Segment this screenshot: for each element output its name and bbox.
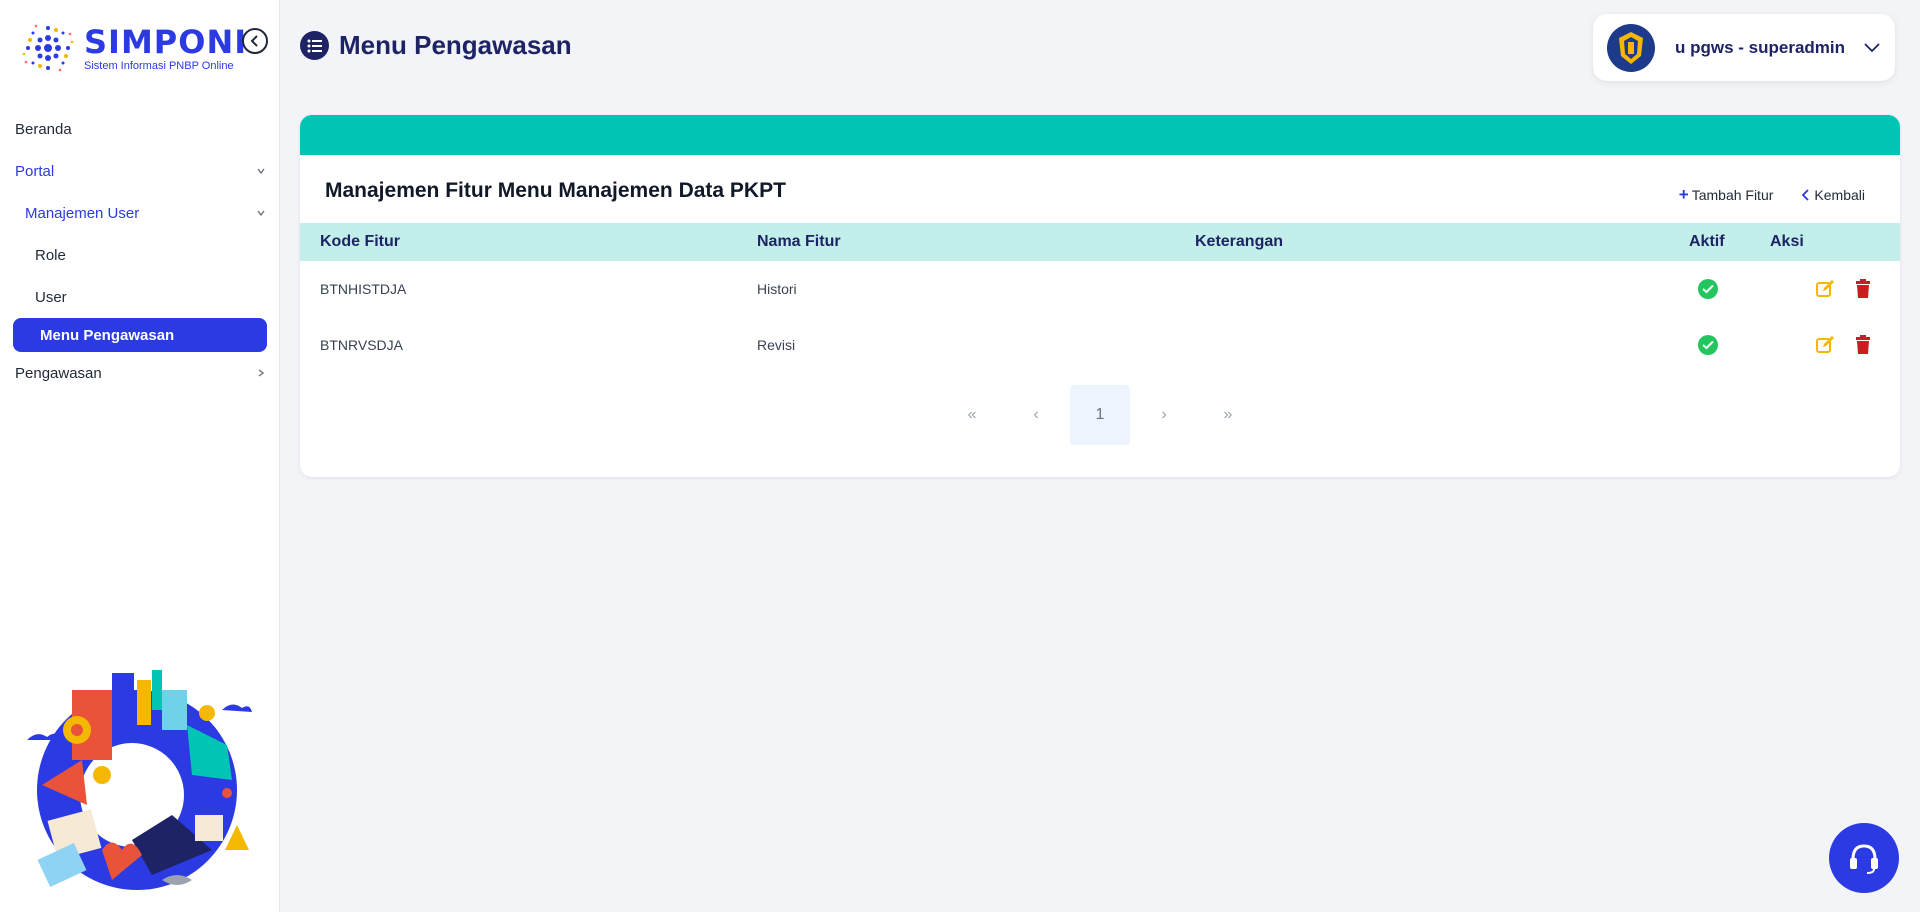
help-chat-button[interactable]: [1829, 823, 1899, 893]
feature-card: Manajemen Fitur Menu Manajemen Data PKPT…: [300, 115, 1900, 477]
logo-icon: [22, 24, 74, 72]
check-circle-icon: [1698, 279, 1718, 299]
sidebar-item-portal[interactable]: Portal: [0, 150, 280, 192]
cell-nama: Revisi: [757, 337, 796, 353]
column-header-nama: Nama Fitur: [757, 233, 841, 250]
headset-icon: [1850, 844, 1878, 874]
sidebar-item-user[interactable]: User: [0, 276, 280, 318]
collapse-sidebar-button[interactable]: [242, 28, 268, 54]
logo-subtitle: Sistem Informasi PNBP Online: [84, 59, 234, 72]
user-menu[interactable]: u pgws - superadmin: [1593, 14, 1895, 81]
trash-icon[interactable]: [1854, 279, 1872, 299]
page-title: Menu Pengawasan: [339, 30, 572, 60]
sidebar-item-role[interactable]: Role: [0, 234, 280, 276]
column-header-kode: Kode Fitur: [320, 233, 400, 250]
edit-icon[interactable]: [1815, 335, 1835, 355]
chevron-left-icon: [1802, 189, 1810, 201]
add-feature-button[interactable]: + Tambah Fitur: [1678, 185, 1774, 204]
back-button[interactable]: Kembali: [1801, 187, 1865, 203]
list-icon: [300, 31, 329, 60]
column-header-keterangan: Keterangan: [1195, 233, 1284, 250]
card-title: Manajemen Fitur Menu Manajemen Data PKPT: [325, 179, 786, 202]
sidebar-nav: Beranda Portal Manajemen User Role User …: [0, 108, 280, 394]
sidebar-item-manajemen-user[interactable]: Manajemen User: [0, 192, 280, 234]
sidebar-item-label: Pengawasan: [15, 364, 102, 382]
user-name: u pgws - superadmin: [1675, 37, 1846, 57]
sidebar-item-pengawasan[interactable]: Pengawasan: [0, 352, 280, 394]
table-row: BTNRVSDJA Revisi: [300, 317, 1900, 373]
logo-title: SIMPONI: [84, 22, 248, 61]
chevron-down-icon: [1864, 43, 1880, 53]
feature-table: Kode Fitur Nama Fitur Keterangan Aktif A…: [300, 223, 1900, 373]
table-header: Kode Fitur Nama Fitur Keterangan Aktif A…: [300, 223, 1900, 261]
trash-icon[interactable]: [1854, 335, 1872, 355]
last-page-button[interactable]: »: [1198, 385, 1258, 445]
column-header-aktif: Aktif: [1689, 233, 1725, 250]
check-circle-icon: [1698, 335, 1718, 355]
pagination: « ‹ 1 › »: [300, 385, 1900, 445]
cell-kode: BTNHISTDJA: [320, 281, 407, 297]
sidebar-illustration: [27, 670, 252, 890]
chevron-down-icon: [257, 210, 265, 217]
sidebar-item-label: Manajemen User: [25, 204, 140, 222]
card-header-band: [300, 115, 1900, 155]
table-row: BTNHISTDJA Histori: [300, 261, 1900, 317]
sidebar-item-label: Portal: [15, 162, 55, 180]
prev-page-button[interactable]: ‹: [1006, 385, 1066, 445]
collapse-left-icon: [250, 35, 258, 47]
sidebar-item-menu-pengawasan[interactable]: Menu Pengawasan: [13, 318, 267, 352]
card-actions: + Tambah Fitur Kembali: [1651, 185, 1865, 204]
sidebar-item-label: Beranda: [15, 120, 72, 138]
page-header: Menu Pengawasan: [300, 30, 572, 61]
edit-icon[interactable]: [1815, 279, 1835, 299]
sidebar-item-label: Role: [35, 246, 66, 264]
simponi-logo[interactable]: SIMPONI Sistem Informasi PNBP Online: [18, 18, 247, 78]
back-label: Kembali: [1814, 187, 1865, 203]
cell-nama: Histori: [757, 281, 797, 297]
first-page-button[interactable]: «: [942, 385, 1002, 445]
sidebar-item-beranda[interactable]: Beranda: [0, 108, 280, 150]
sidebar: SIMPONI Sistem Informasi PNBP Online Ber…: [0, 0, 280, 912]
page-button-current[interactable]: 1: [1070, 385, 1130, 445]
next-page-button[interactable]: ›: [1134, 385, 1194, 445]
plus-icon: +: [1678, 185, 1689, 204]
chevron-right-icon: [258, 369, 265, 377]
sidebar-item-label: User: [35, 288, 67, 306]
cell-kode: BTNRVSDJA: [320, 337, 403, 353]
emblem-icon: [1607, 23, 1655, 72]
column-header-aksi: Aksi: [1770, 233, 1804, 250]
chevron-down-icon: [257, 168, 265, 175]
sidebar-item-label: Menu Pengawasan: [40, 326, 175, 344]
add-feature-label: Tambah Fitur: [1691, 187, 1774, 203]
